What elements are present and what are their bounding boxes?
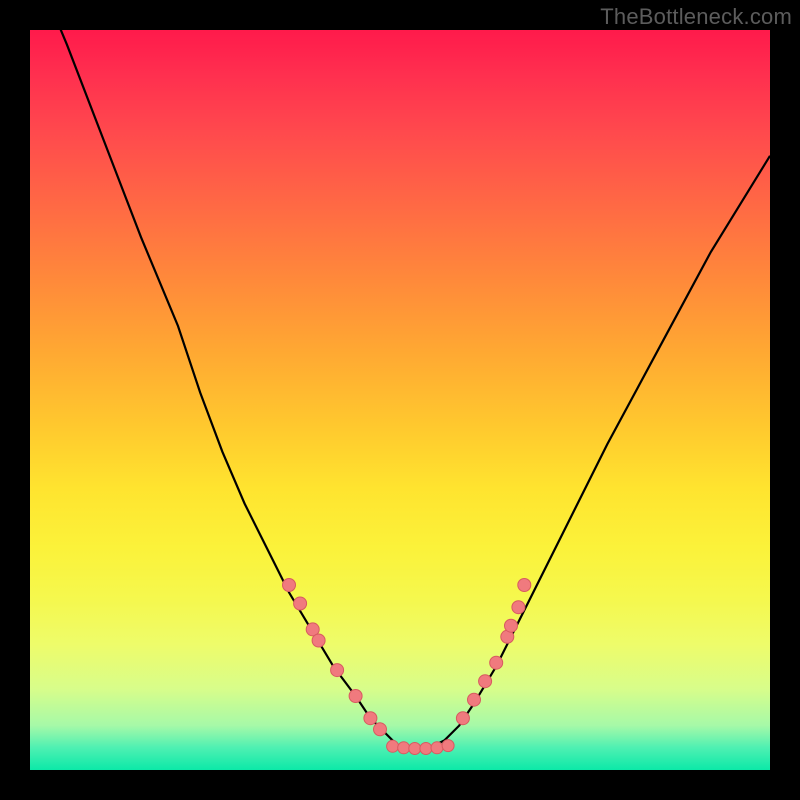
chart-svg [30, 30, 770, 770]
data-point [479, 675, 492, 688]
data-point [490, 656, 503, 669]
data-point [374, 723, 387, 736]
data-point [468, 693, 481, 706]
data-point [505, 619, 518, 632]
data-point [364, 712, 377, 725]
data-point [312, 634, 325, 647]
data-point [283, 579, 296, 592]
data-point [387, 740, 399, 752]
data-point [331, 664, 344, 677]
chart-frame: TheBottleneck.com [0, 0, 800, 800]
data-point [409, 743, 421, 755]
trough-markers [387, 740, 455, 755]
data-point [512, 601, 525, 614]
data-point [456, 712, 469, 725]
right-branch-markers [456, 579, 530, 725]
plot-area [30, 30, 770, 770]
left-branch-markers [283, 579, 387, 736]
data-point [518, 579, 531, 592]
data-point [349, 690, 362, 703]
watermark-text: TheBottleneck.com [600, 4, 792, 30]
data-point [442, 740, 454, 752]
data-point [420, 743, 432, 755]
data-point [431, 742, 443, 754]
data-point [398, 742, 410, 754]
data-point [294, 597, 307, 610]
bottleneck-curve [30, 30, 770, 748]
